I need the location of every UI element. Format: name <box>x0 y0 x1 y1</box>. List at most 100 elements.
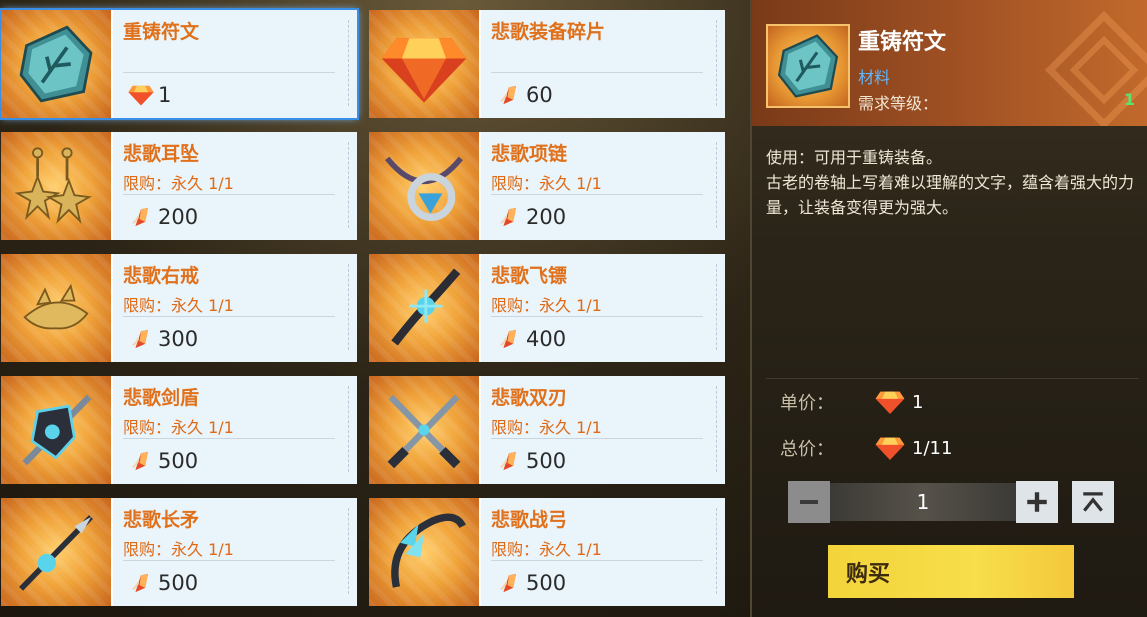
item-card[interactable]: 悲歌战弓限购：永久 1/1 500 <box>369 498 725 606</box>
item-price-value: 200 <box>526 205 567 229</box>
divider <box>766 378 1139 379</box>
purchase-limit: 限购：永久 1/1 <box>491 418 602 437</box>
decrease-button[interactable] <box>788 481 830 523</box>
total-price-label: 总价： <box>780 439 834 460</box>
quantity-stepper: 1 <box>788 481 1114 523</box>
unit-price-label: 单价： <box>780 393 834 414</box>
item-card[interactable]: 悲歌长矛 限购：永久 1/1 500 <box>1 498 357 606</box>
item-thumbnail <box>1 132 111 240</box>
item-name: 悲歌耳坠 <box>123 143 200 165</box>
lore-text: 古老的卷轴上写着难以理解的文字，蕴含着强大的力量，让装备变得更为强大。 <box>766 173 1135 217</box>
divider <box>491 72 703 73</box>
item-name: 悲歌剑盾 <box>123 387 200 409</box>
item-price-value: 500 <box>158 449 199 473</box>
item-thumbnail <box>1 254 111 362</box>
item-name: 悲歌战弓 <box>491 509 568 531</box>
item-card[interactable]: 悲歌装备碎片 60 <box>369 10 725 118</box>
item-thumbnail <box>369 254 479 362</box>
item-name: 悲歌右戒 <box>123 265 200 287</box>
total-price-value: 1/11 <box>912 437 953 459</box>
detail-item-thumbnail <box>766 24 850 108</box>
item-card[interactable]: 悲歌飞镖限购：永久 1/1 400 <box>369 254 725 362</box>
item-price-value: 500 <box>158 571 199 595</box>
detail-type: 材料 <box>858 68 891 87</box>
divider <box>491 438 703 439</box>
item-card[interactable]: 悲歌项链 限购：永久 1/1 200 <box>369 132 725 240</box>
divider <box>123 72 335 73</box>
quantity-input[interactable]: 1 <box>830 483 1016 521</box>
usage-text: 使用：可用于重铸装备。 <box>766 148 943 167</box>
item-thumbnail <box>1 376 111 484</box>
orange-gem-icon <box>381 38 467 103</box>
item-info: 悲歌长矛 限购：永久 1/1 500 <box>111 498 357 606</box>
purchase-limit: 限购：永久 1/1 <box>491 540 602 559</box>
divider <box>123 560 335 561</box>
buy-button[interactable]: 购买 <box>828 545 1074 598</box>
unit-price-row: 单价： 1 <box>780 388 923 416</box>
item-price: 200 <box>127 202 198 232</box>
item-price: 1 <box>127 80 171 110</box>
item-price: 400 <box>495 324 566 354</box>
item-thumbnail <box>369 498 479 606</box>
item-thumbnail <box>1 498 111 606</box>
item-card[interactable]: 悲歌剑盾限购：永久 1/1 500 <box>1 376 357 484</box>
max-icon <box>1083 492 1103 512</box>
item-info: 悲歌装备碎片 60 <box>479 10 725 118</box>
shard-icon <box>499 329 516 349</box>
item-card[interactable]: 悲歌耳坠 限购：永久 1/1 200 <box>1 132 357 240</box>
purchase-limit: 限购：永久 1/1 <box>123 540 234 559</box>
gem-icon <box>875 437 905 460</box>
earring-icon <box>14 147 92 224</box>
rune-stone-icon <box>19 25 93 103</box>
increase-button[interactable] <box>1016 481 1058 523</box>
item-info: 悲歌战弓限购：永久 1/1 500 <box>479 498 725 606</box>
detail-level-value: 1 <box>1123 90 1135 109</box>
detail-description: 使用：可用于重铸装备。 古老的卷轴上写着难以理解的文字，蕴含着强大的力量，让装备… <box>766 145 1141 220</box>
item-price: 60 <box>495 80 553 110</box>
item-price-value: 60 <box>526 83 553 107</box>
divider <box>123 194 335 195</box>
shard-icon <box>499 451 516 471</box>
item-name: 悲歌飞镖 <box>491 265 568 287</box>
purchase-limit: 限购：永久 1/1 <box>123 418 234 437</box>
rune-stone-icon <box>777 34 839 98</box>
purchase-limit: 限购：永久 1/1 <box>123 296 234 315</box>
item-detail-panel: 重铸符文 材料 需求等级： 1 使用：可用于重铸装备。 古老的卷轴上写着难以理解… <box>750 0 1147 617</box>
gem-icon <box>875 391 905 414</box>
detail-level-label: 需求等级： <box>858 94 939 113</box>
item-info: 悲歌双刃 限购：永久 1/1 500 <box>479 376 725 484</box>
divider <box>491 194 703 195</box>
item-card[interactable]: 悲歌双刃 限购：永久 1/1 500 <box>369 376 725 484</box>
item-price: 500 <box>495 446 566 476</box>
item-thumbnail <box>1 10 111 118</box>
item-price: 500 <box>127 446 198 476</box>
twin-blades-icon <box>387 394 461 469</box>
spear-icon <box>19 515 93 591</box>
detail-header: 重铸符文 材料 需求等级： 1 <box>752 0 1147 126</box>
item-thumbnail <box>369 376 479 484</box>
item-price: 500 <box>495 568 566 598</box>
dart-icon <box>391 268 461 346</box>
detail-title: 重铸符文 <box>858 30 947 55</box>
unit-price: 1 <box>874 388 923 416</box>
total-price: 1/11 <box>874 434 952 462</box>
item-price-value: 200 <box>158 205 199 229</box>
item-grid: 重铸符文 1 悲歌装备碎片 60 悲歌耳坠 限购：永久 1/1 200 悲歌项链 限购：永久 1… <box>0 0 740 617</box>
shard-icon <box>131 207 148 227</box>
shard-icon <box>499 207 516 227</box>
item-price-value: 300 <box>158 327 199 351</box>
item-card[interactable]: 悲歌右戒限购：永久 1/1 300 <box>1 254 357 362</box>
divider <box>491 316 703 317</box>
max-quantity-button[interactable] <box>1072 481 1114 523</box>
total-price-row: 总价： 1/11 <box>780 434 952 462</box>
divider <box>123 316 335 317</box>
item-price-value: 500 <box>526 571 567 595</box>
shard-icon <box>131 573 148 593</box>
minus-icon <box>800 500 818 504</box>
item-card[interactable]: 重铸符文 1 <box>0 8 359 120</box>
purchase-limit: 限购：永久 1/1 <box>491 296 602 315</box>
sword-shield-icon <box>22 394 92 466</box>
item-info: 悲歌剑盾限购：永久 1/1 500 <box>111 376 357 484</box>
item-name: 悲歌项链 <box>491 143 568 165</box>
item-price-value: 1 <box>158 83 172 107</box>
